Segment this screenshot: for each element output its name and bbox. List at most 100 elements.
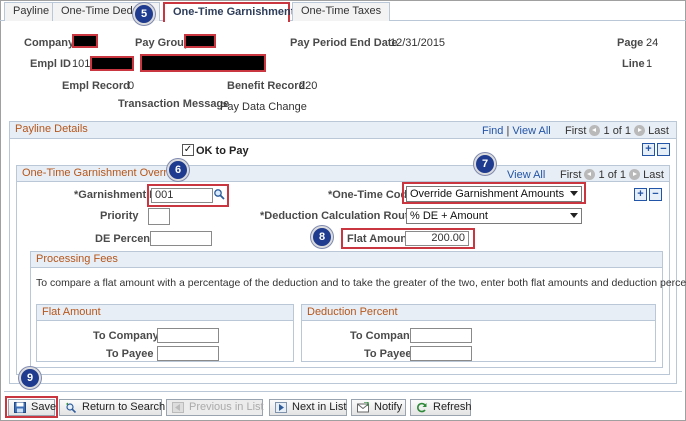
flat-amount-fees-title: Flat Amount (42, 306, 101, 318)
last-label: Last (648, 125, 669, 137)
previous-row-icon[interactable] (589, 125, 601, 136)
return-to-search-button[interactable]: Return to Search (59, 399, 166, 416)
override-nav: View All (507, 169, 545, 181)
override-delete-row-icon[interactable]: − (649, 188, 662, 201)
chevron-down-icon (570, 191, 578, 196)
override-next-icon[interactable] (629, 169, 641, 180)
company-redacted (72, 34, 98, 48)
pct-to-company-label: To Company (350, 330, 416, 342)
pct-to-company-input[interactable] (410, 328, 472, 343)
override-last-label: Last (643, 169, 664, 181)
notify-label: Notify (374, 401, 403, 413)
pay-period-end-label: Pay Period End Date (290, 37, 398, 49)
tab-payline-label: Payline (13, 5, 50, 17)
de-percent-label: DE Percent (95, 233, 154, 245)
line-label: Line (622, 58, 645, 70)
row-range: 1 of 1 (603, 125, 632, 137)
notify-button[interactable]: Notify (351, 399, 406, 416)
first-label: First (565, 125, 587, 137)
processing-fees-title: Processing Fees (36, 253, 118, 265)
transaction-message-value: Pay Data Change (220, 101, 307, 113)
deduction-routine-select[interactable]: % DE + Amount (406, 208, 582, 224)
processing-fees-header: Processing Fees (31, 252, 662, 268)
pay-group-redacted (184, 34, 216, 48)
tab-one-time-taxes-label: One-Time Taxes (301, 5, 382, 17)
priority-label: Priority (100, 210, 139, 222)
company-label: Company (24, 37, 75, 49)
empl-id-redacted (90, 56, 134, 71)
payline-details-title: Payline Details (15, 123, 88, 135)
flat-to-company-label: To Company (93, 330, 159, 342)
deduction-percent-fees-header: Deduction Percent (302, 305, 655, 321)
processing-fees-description: To compare a flat amount with a percenta… (36, 277, 686, 289)
previous-in-list-button[interactable]: Previous in List (166, 399, 264, 416)
flat-amount-fees-header: Flat Amount (37, 305, 293, 321)
previous-in-list-label: Previous in List (189, 401, 264, 413)
line-value: 1 (646, 58, 653, 70)
page-label: Page (617, 37, 644, 49)
next-in-list-button[interactable]: Next in List (269, 399, 347, 416)
override-view-all-link[interactable]: View All (507, 169, 545, 181)
garnishment-id-input[interactable]: 001 (151, 188, 213, 203)
override-range: 1 of 1 (598, 169, 627, 181)
ok-to-pay-checkbox[interactable]: ✓ (182, 144, 194, 156)
delete-row-icon[interactable]: − (657, 143, 670, 156)
nav-separator: | (506, 125, 510, 137)
flat-to-payee-input[interactable] (157, 346, 219, 361)
view-all-link[interactable]: View All (512, 125, 550, 137)
chevron-down-icon (570, 213, 578, 218)
tab-one-time-deductions-label: One-Time Deduc (61, 5, 145, 17)
tab-one-time-taxes[interactable]: One-Time Taxes (292, 2, 391, 21)
refresh-label: Refresh (433, 401, 472, 413)
override-pager: First 1 of 1 Last (560, 169, 664, 181)
flat-amount-input[interactable]: 200.00 (405, 231, 469, 246)
toolbar-divider (4, 391, 682, 392)
next-row-icon[interactable] (634, 125, 646, 136)
empl-id-label: Empl ID (30, 58, 71, 70)
next-in-list-icon (275, 402, 287, 413)
empl-record-label: Empl Record (62, 80, 130, 92)
save-button[interactable]: Save (8, 399, 56, 416)
flat-to-company-input[interactable] (157, 328, 219, 343)
flat-amount-label: Flat Amount (347, 233, 411, 245)
pay-group-label: Pay Group (135, 37, 191, 49)
benefit-record-value: 220 (299, 80, 318, 92)
notify-icon (357, 401, 369, 413)
tab-payline[interactable]: Payline (4, 2, 59, 21)
tab-bar: Payline One-Time Deduc One-Time Garnishm… (0, 0, 686, 22)
de-percent-input[interactable] (150, 231, 212, 246)
find-link[interactable]: Find (482, 125, 503, 137)
priority-input[interactable] (148, 208, 170, 225)
callout-5: 5 (133, 3, 155, 25)
override-add-row-icon[interactable]: + (634, 188, 647, 201)
pct-to-payee-label: To Payee (364, 348, 412, 360)
payline-pager: First 1 of 1 Last (565, 125, 669, 137)
lookup-icon[interactable] (213, 188, 225, 200)
payline-nav: Find | View All (482, 125, 551, 137)
tab-one-time-garnishments[interactable]: One-Time Garnishments (163, 2, 301, 22)
pct-to-payee-input[interactable] (410, 346, 472, 361)
benefit-record-label: Benefit Record (227, 80, 306, 92)
next-in-list-label: Next in List (292, 401, 347, 413)
deduction-percent-fees-title: Deduction Percent (307, 306, 398, 318)
deduction-routine-value: % DE + Amount (410, 210, 488, 222)
refresh-button[interactable]: Refresh (410, 399, 472, 416)
transaction-message-label: Transaction Message (118, 98, 230, 110)
empl-record-value: 0 (128, 80, 135, 92)
return-to-search-label: Return to Search (82, 401, 166, 413)
callout-6: 6 (167, 159, 189, 181)
add-row-icon[interactable]: + (642, 143, 655, 156)
deduction-routine-label: *Deduction Calculation Routine (260, 210, 425, 222)
override-first-label: First (560, 169, 582, 181)
override-previous-icon[interactable] (584, 169, 596, 180)
save-icon (14, 402, 26, 413)
ok-to-pay-label: OK to Pay (196, 145, 249, 157)
empl-id-value: 101 (72, 58, 91, 70)
one-time-code-label: *One-Time Code (328, 189, 414, 201)
one-time-code-select[interactable]: Override Garnishment Amounts (406, 186, 582, 202)
return-to-search-icon (65, 402, 77, 414)
refresh-icon (416, 402, 428, 413)
page-value: 24 (646, 37, 659, 49)
pay-period-end-value: 12/31/2015 (390, 37, 446, 49)
tab-one-time-garnishments-label: One-Time Garnishments (173, 6, 301, 18)
